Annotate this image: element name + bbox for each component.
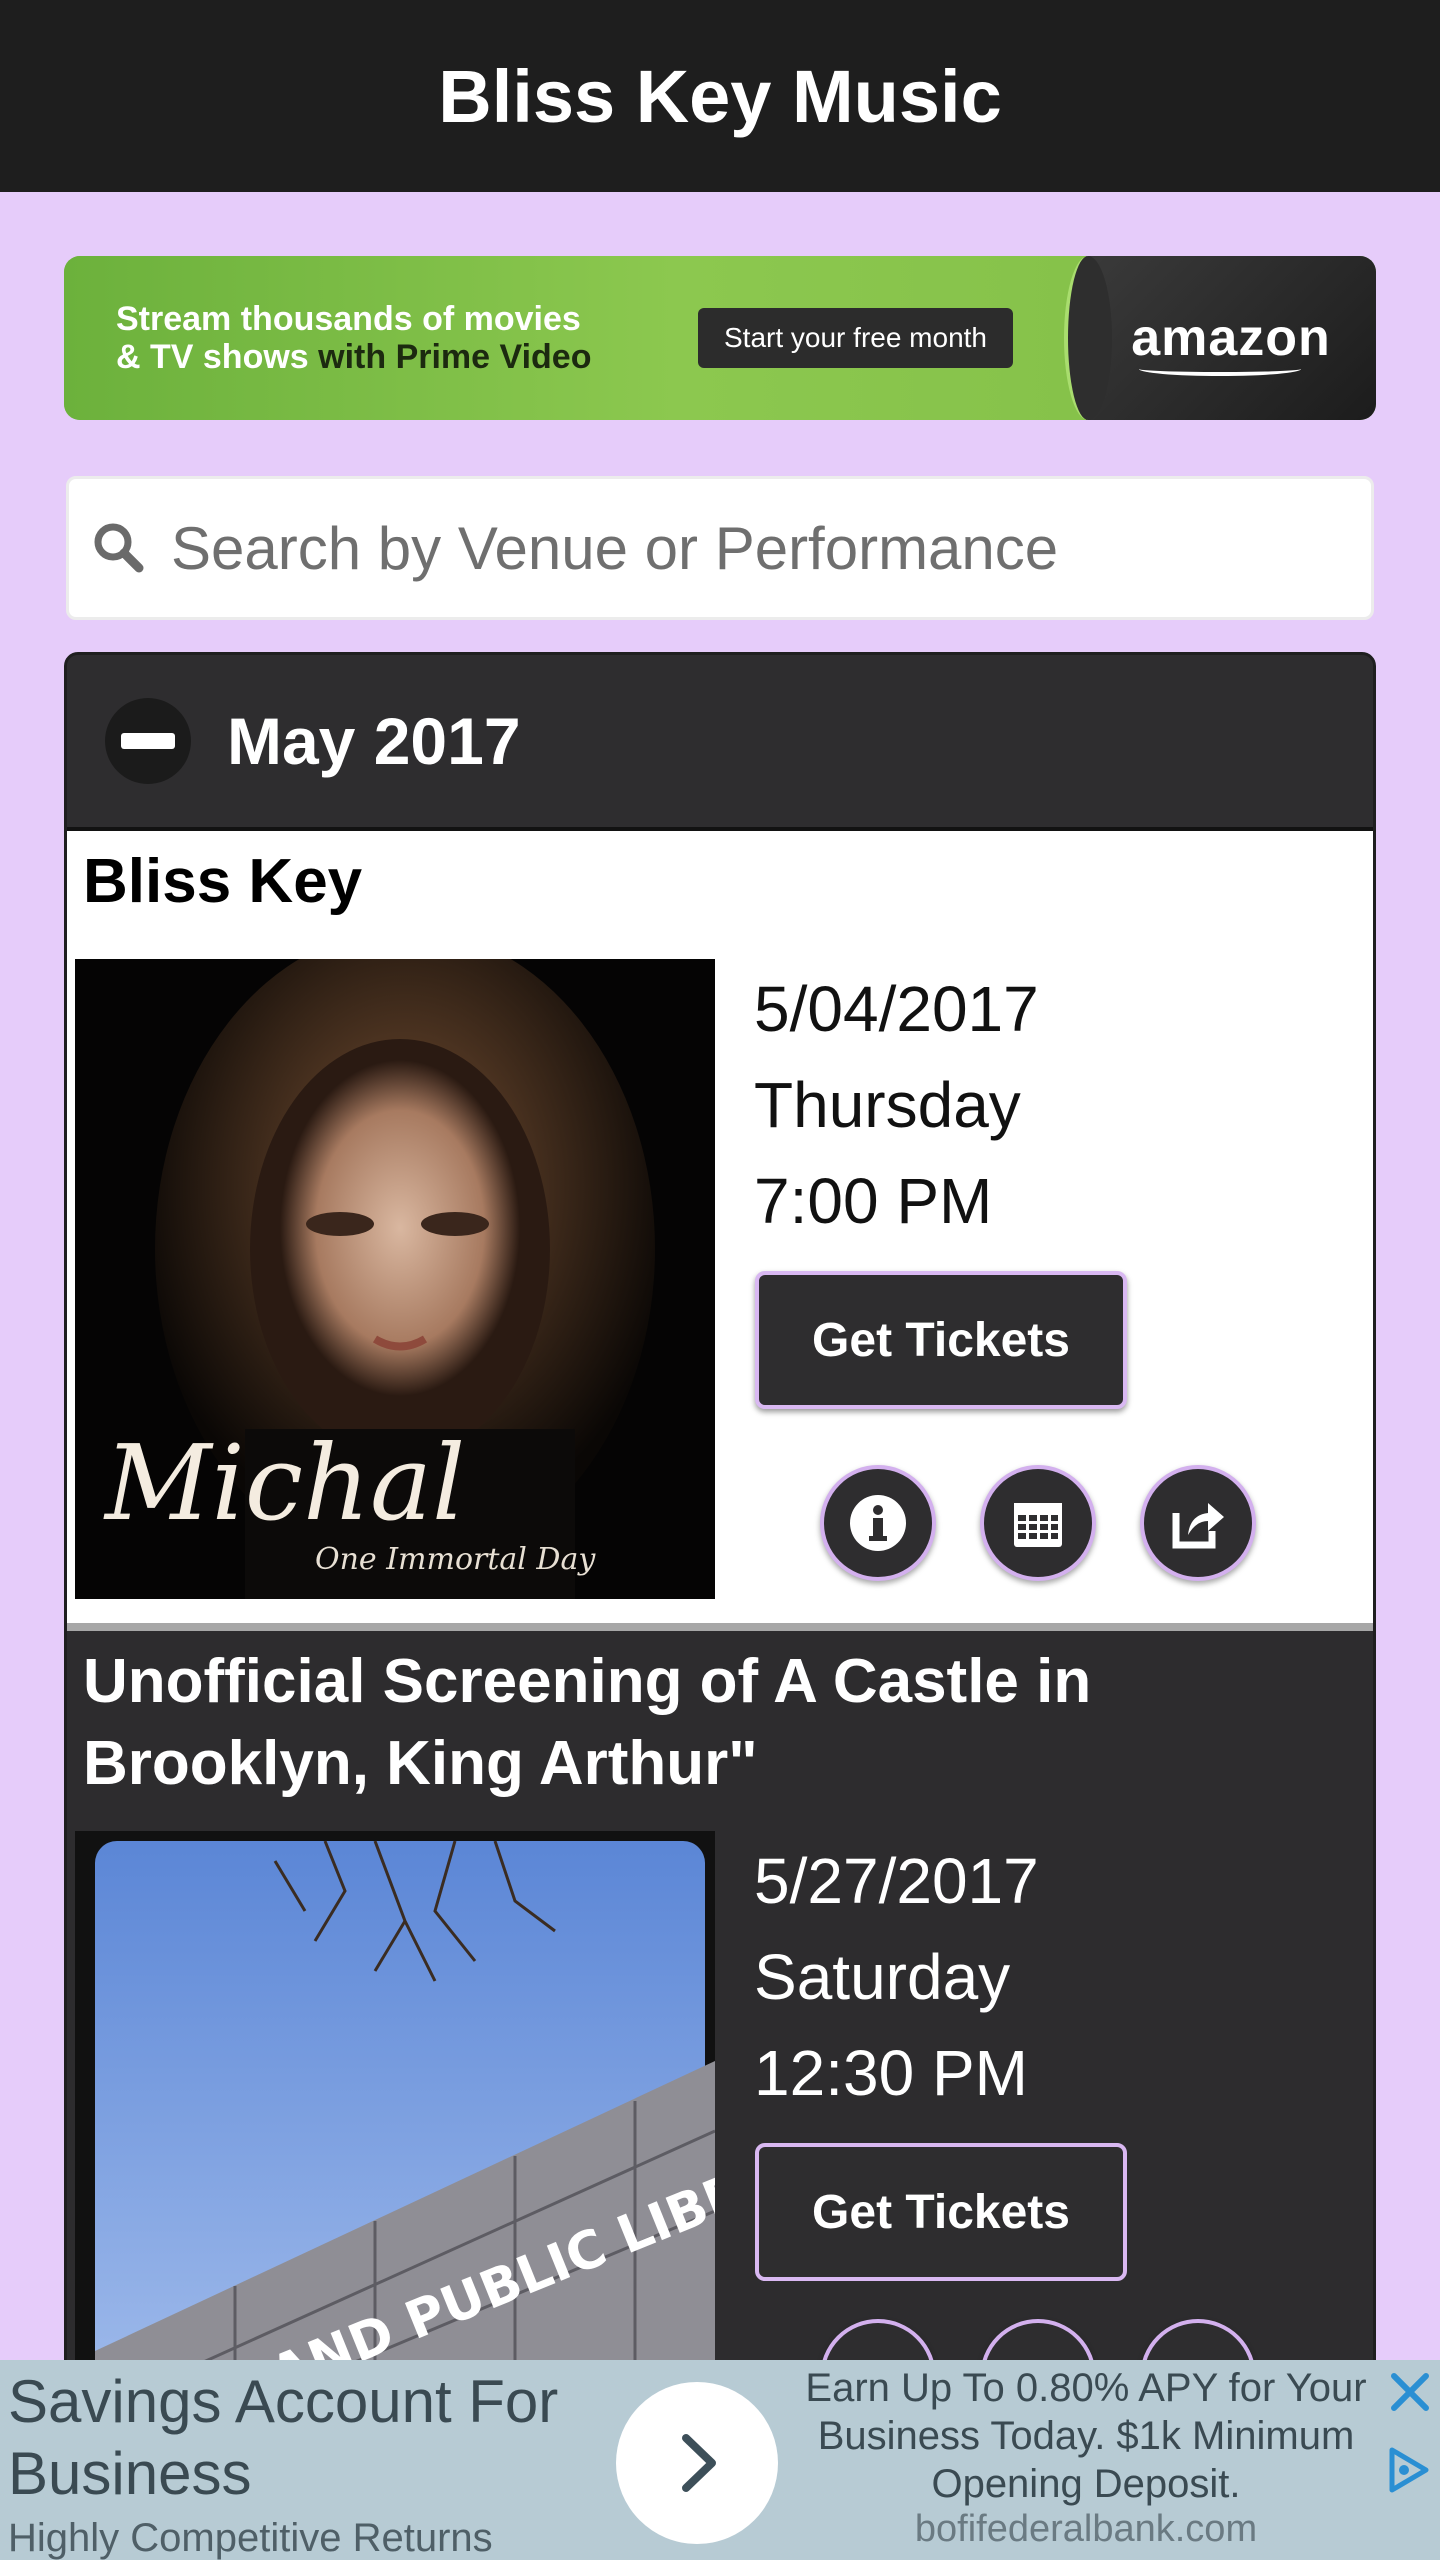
search-input[interactable] [169, 512, 1329, 584]
app-bar: Bliss Key Music [0, 0, 1440, 192]
ad-domain: bofifederalbank.com [914, 2508, 1258, 2550]
event-image[interactable]: Michal One Immortal Day [75, 959, 715, 1599]
event-title: Bliss Key [83, 847, 363, 916]
ad-subline: Highly Competitive Returns [8, 2516, 493, 2560]
get-tickets-button[interactable]: Get Tickets [755, 2143, 1127, 2281]
library-photo-image: HOWLAND PUBLIC LIBRARY [75, 1831, 715, 2369]
event-card: Unofficial Screening of A Castle in Broo… [67, 1631, 1373, 2369]
banner-promo: Stream thousands of movies & TV shows wi… [64, 256, 1086, 420]
album-cover-image: Michal One Immortal Day [75, 959, 715, 1599]
event-day: Saturday [754, 1941, 1011, 2013]
banner-line-2: & TV shows with Prime Video [116, 338, 676, 376]
info-icon[interactable] [820, 1465, 936, 1581]
amazon-logo: amazon [1131, 308, 1331, 376]
album-cover-title: Michal [103, 1422, 465, 1544]
banner-cta-button[interactable]: Start your free month [698, 308, 1014, 368]
event-date: 5/27/2017 [754, 1845, 1039, 1917]
ad-choices-icon[interactable] [1382, 2444, 1434, 2496]
search-icon [94, 523, 144, 573]
amazon-smile-icon [1139, 362, 1301, 376]
month-header[interactable]: May 2017 [67, 655, 1373, 831]
event-time: 7:00 PM [754, 1165, 993, 1237]
album-cover-subtitle: One Immortal Day [315, 1542, 596, 1577]
prime-video-banner-ad[interactable]: Stream thousands of movies & TV shows wi… [64, 256, 1376, 420]
event-date: 5/04/2017 [754, 973, 1039, 1045]
chevron-right-icon[interactable] [616, 2382, 778, 2544]
ad-body-text: Earn Up To 0.80% APY for Your Business T… [805, 2366, 1367, 2506]
month-section: May 2017 Bliss Key Michal One Immortal D… [64, 652, 1376, 2372]
collapse-minus-icon[interactable] [105, 698, 191, 784]
event-image[interactable]: HOWLAND PUBLIC LIBRARY [75, 1831, 715, 2369]
banner-line-2-b: with Prime Video [318, 338, 592, 376]
event-day: Thursday [754, 1069, 1021, 1141]
bottom-ad-banner[interactable]: Savings Account For Business Highly Comp… [0, 2360, 1440, 2560]
app-title: Bliss Key Music [438, 54, 1002, 138]
ad-headline[interactable]: Savings Account For Business [8, 2366, 608, 2510]
event-card: Bliss Key Michal One Immortal Day 5/04/2… [67, 831, 1373, 1631]
banner-line-2-a: & TV shows [116, 338, 319, 376]
month-title: May 2017 [227, 704, 521, 778]
close-icon[interactable] [1386, 2368, 1434, 2416]
event-title: Unofficial Screening of A Castle in Broo… [83, 1647, 1092, 1798]
amazon-logo-text: amazon [1131, 309, 1331, 367]
event-time: 12:30 PM [754, 2037, 1028, 2109]
banner-line-1: Stream thousands of movies [116, 300, 581, 338]
banner-text: Stream thousands of movies & TV shows wi… [116, 300, 676, 376]
share-icon[interactable] [1140, 1465, 1256, 1581]
get-tickets-button[interactable]: Get Tickets [755, 1271, 1127, 1409]
search-bar[interactable] [66, 476, 1374, 620]
amazon-logo-panel: amazon [1064, 256, 1376, 420]
calendar-icon[interactable] [980, 1465, 1096, 1581]
